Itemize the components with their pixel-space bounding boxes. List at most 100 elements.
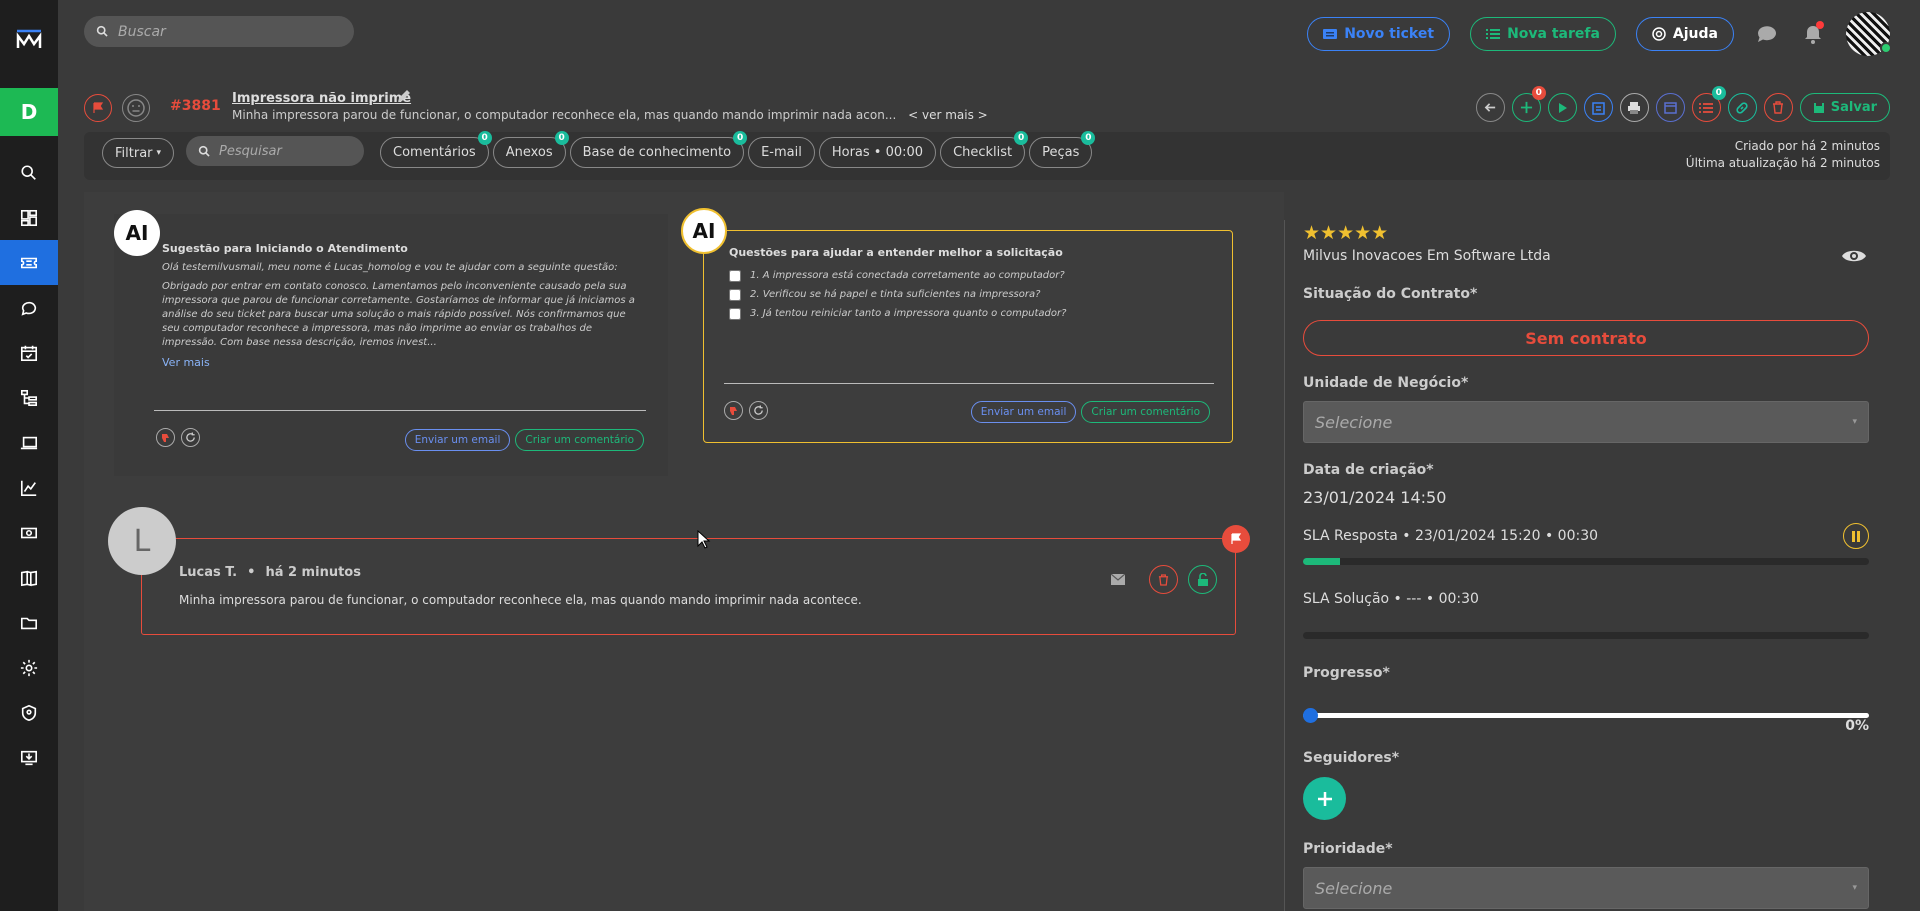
filter-label: Filtrar bbox=[115, 145, 153, 161]
send-email-button[interactable]: Enviar um email bbox=[970, 401, 1077, 423]
user-avatar[interactable] bbox=[1846, 12, 1892, 56]
sidebar-item-reports[interactable] bbox=[0, 465, 58, 510]
folder-icon bbox=[20, 617, 38, 629]
creation-date-label: Data de criação* bbox=[1303, 462, 1434, 478]
question-checkbox[interactable] bbox=[729, 307, 741, 320]
sidebar-item-install[interactable] bbox=[0, 735, 58, 780]
pause-sla-button[interactable] bbox=[1843, 523, 1869, 549]
schedule-button[interactable] bbox=[1655, 93, 1685, 122]
eye-icon[interactable] bbox=[1841, 248, 1867, 264]
send-email-button[interactable]: Enviar um email bbox=[404, 429, 511, 451]
tab-search-input[interactable] bbox=[219, 143, 349, 159]
play-button[interactable] bbox=[1547, 93, 1577, 122]
ticket-timestamps: Criado por há 2 minutos Última atualizaç… bbox=[1686, 138, 1880, 172]
mood-button[interactable] bbox=[122, 94, 150, 122]
link-button[interactable] bbox=[1727, 93, 1757, 122]
chat-button[interactable] bbox=[1754, 21, 1780, 47]
help-button[interactable]: Ajuda bbox=[1635, 17, 1734, 51]
tab-parts[interactable]: Peças 0 bbox=[1029, 131, 1096, 168]
tab-label: Base de conhecimento bbox=[582, 145, 732, 160]
comment-time: há 2 minutos bbox=[265, 565, 361, 580]
regenerate-button[interactable] bbox=[749, 401, 768, 420]
ticket-ver-mais-link[interactable]: < ver mais > bbox=[908, 108, 988, 122]
tab-email[interactable]: E-mail bbox=[748, 137, 815, 168]
sidebar-item-search[interactable] bbox=[0, 150, 58, 195]
envelope-icon bbox=[1110, 573, 1126, 585]
regenerate-button[interactable] bbox=[181, 428, 200, 447]
save-button[interactable]: Salvar bbox=[1799, 93, 1890, 122]
sla-solution-bar bbox=[1303, 632, 1869, 639]
sidebar-item-dashboard[interactable] bbox=[0, 195, 58, 240]
tab-hours[interactable]: Horas • 00:00 bbox=[818, 137, 937, 168]
checklist-icon bbox=[1699, 102, 1714, 113]
online-status bbox=[1880, 42, 1892, 54]
filter-dropdown[interactable]: Filtrar ▾ bbox=[102, 138, 175, 168]
calendar-icon bbox=[1664, 102, 1677, 114]
email-button[interactable] bbox=[1110, 570, 1126, 589]
ai-avatar: AI bbox=[681, 208, 727, 254]
sidebar-item-calendar[interactable] bbox=[0, 330, 58, 375]
add-button[interactable]: 0 bbox=[1511, 86, 1546, 122]
sidebar-item-tickets[interactable] bbox=[0, 240, 58, 285]
comment-flag[interactable] bbox=[1222, 525, 1250, 553]
plus-icon bbox=[1317, 791, 1332, 806]
search-icon bbox=[198, 145, 210, 157]
sidebar-item-tree[interactable] bbox=[0, 375, 58, 420]
sidebar-item-settings[interactable] bbox=[0, 645, 58, 690]
tab-search[interactable] bbox=[186, 136, 364, 166]
priority-label: Prioridade* bbox=[1303, 841, 1393, 857]
separator-dot: • bbox=[247, 565, 256, 580]
sidebar-item-devices[interactable] bbox=[0, 420, 58, 465]
tab-checklist[interactable]: Checklist 0 bbox=[940, 131, 1029, 168]
sidebar-item-chat[interactable] bbox=[0, 285, 58, 330]
new-ticket-button[interactable]: Novo ticket bbox=[1307, 17, 1451, 51]
milvus-logo[interactable] bbox=[0, 0, 58, 78]
ticket-icon bbox=[20, 257, 38, 268]
progress-label: Progresso* bbox=[1303, 665, 1390, 681]
workspace-avatar[interactable]: D bbox=[0, 88, 58, 136]
print-button[interactable] bbox=[1619, 93, 1649, 122]
tab-comments[interactable]: Comentários 0 bbox=[380, 131, 492, 168]
delete-button[interactable] bbox=[1763, 93, 1793, 122]
checklist-button[interactable]: 0 bbox=[1691, 86, 1726, 122]
question-checkbox[interactable] bbox=[729, 288, 741, 301]
ticket-toolbar: 0 0 Salvar bbox=[1475, 86, 1890, 122]
question-checkbox[interactable] bbox=[729, 269, 741, 282]
create-comment-button[interactable]: Criar um comentário bbox=[1081, 401, 1210, 423]
notifications-button[interactable] bbox=[1800, 21, 1826, 47]
pencil-icon bbox=[398, 90, 410, 102]
sidebar-item-files[interactable] bbox=[0, 600, 58, 645]
global-search-input[interactable] bbox=[118, 23, 338, 40]
global-search[interactable] bbox=[84, 16, 354, 47]
back-button[interactable] bbox=[1475, 93, 1505, 122]
question-item[interactable]: 3. Já tentou reiniciar tanto a impressor… bbox=[729, 304, 1219, 323]
create-comment-button[interactable]: Criar um comentário bbox=[515, 429, 644, 451]
ai-suggestion-ver-mais[interactable]: Ver mais bbox=[162, 356, 642, 369]
new-ticket-label: Novo ticket bbox=[1344, 26, 1435, 42]
tab-knowledge-base[interactable]: Base de conhecimento 0 bbox=[569, 131, 748, 168]
tab-attachments[interactable]: Anexos 0 bbox=[492, 131, 569, 168]
devices-icon bbox=[20, 436, 38, 449]
dislike-button[interactable] bbox=[724, 401, 743, 420]
ticket-main: Sugestão para Iniciando o Atendimento Ol… bbox=[84, 192, 1284, 911]
sidebar-item-finance[interactable] bbox=[0, 510, 58, 555]
add-follower-button[interactable] bbox=[1303, 777, 1346, 820]
visibility-lock-button[interactable] bbox=[1188, 565, 1217, 594]
ticket-title[interactable]: Impressora não imprime bbox=[232, 91, 411, 106]
lifebuoy-icon bbox=[1652, 27, 1666, 41]
priority-select[interactable]: Selecione ▾ bbox=[1303, 867, 1869, 909]
calendar-icon bbox=[20, 345, 38, 361]
delete-comment-button[interactable] bbox=[1149, 565, 1178, 594]
rating-stars[interactable]: ★★★★★ bbox=[1303, 222, 1869, 244]
sidebar-item-knowledge[interactable] bbox=[0, 555, 58, 600]
sidebar-item-security[interactable] bbox=[0, 690, 58, 735]
clipboard-button[interactable] bbox=[1583, 93, 1613, 122]
star-icon: ★★★★★ bbox=[1303, 222, 1389, 244]
flag-button[interactable] bbox=[84, 94, 112, 122]
business-unit-select[interactable]: Selecione ▾ bbox=[1303, 401, 1869, 443]
question-item[interactable]: 1. A impressora está conectada corretame… bbox=[729, 266, 1219, 285]
edit-title-button[interactable] bbox=[396, 88, 412, 108]
dislike-button[interactable] bbox=[156, 428, 175, 447]
question-item[interactable]: 2. Verificou se há papel e tinta suficie… bbox=[729, 285, 1219, 304]
new-task-button[interactable]: Nova tarefa bbox=[1470, 17, 1616, 51]
